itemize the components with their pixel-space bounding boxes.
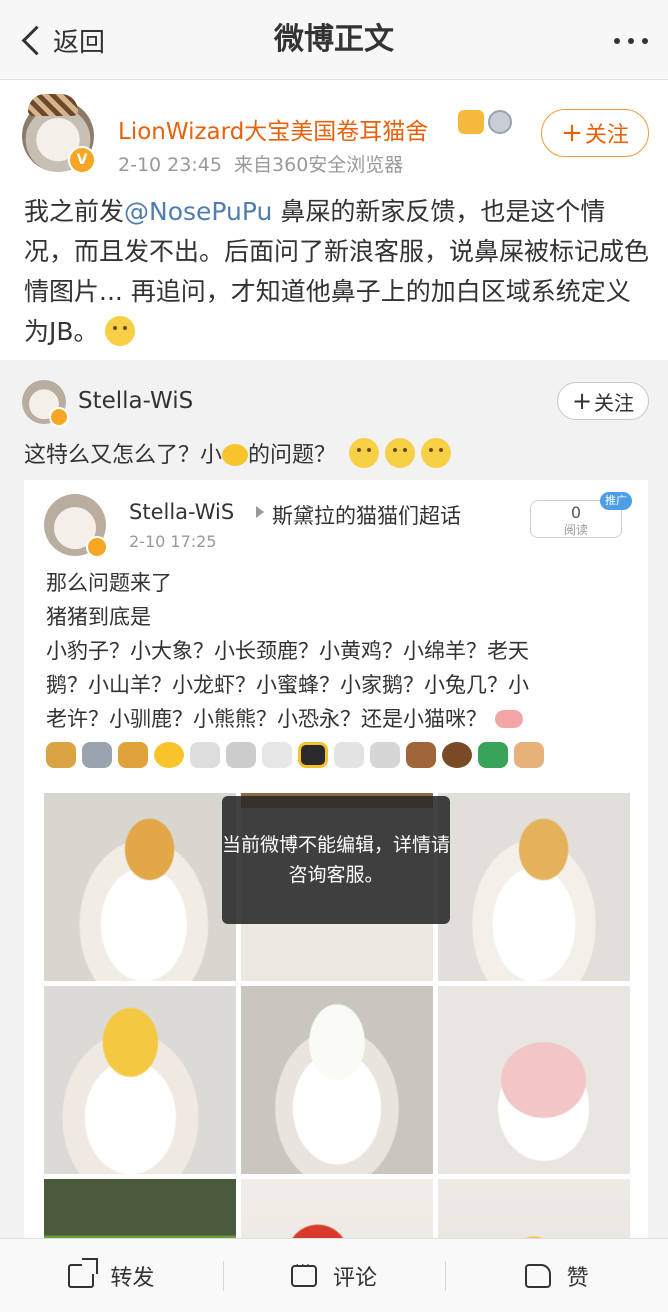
repost-text-start: 这特么又怎么了？小 bbox=[24, 443, 223, 468]
photo-bee-hat[interactable] bbox=[438, 1179, 630, 1238]
photo-grass[interactable] bbox=[44, 1179, 236, 1238]
like-button[interactable]: 赞 bbox=[445, 1239, 668, 1312]
share-arrow-icon bbox=[68, 1257, 99, 1288]
animal-emoji-row bbox=[46, 742, 544, 768]
bear-icon bbox=[442, 742, 472, 768]
sheep-icon bbox=[190, 742, 220, 768]
error-toast: 当前微博不能编辑，详情请咨询客服。 bbox=[222, 796, 450, 924]
rabbit-icon bbox=[334, 742, 364, 768]
comment-label: 评论 bbox=[333, 1265, 378, 1291]
screenshot-line-text: 老许？小驯鹿？小熊熊？小恐永？还是小猫咪？ bbox=[46, 707, 487, 731]
mention-link[interactable]: @NosePuPu bbox=[124, 197, 272, 226]
elephant-icon bbox=[82, 742, 112, 768]
photo-lobster-hat[interactable] bbox=[241, 1179, 433, 1238]
screenshot-line: 猪猪到底是 bbox=[46, 605, 151, 629]
photo-sheep-hat[interactable] bbox=[241, 986, 433, 1174]
screenshot-line: 老许？小驯鹿？小熊熊？小恐永？还是小猫咪？ bbox=[46, 702, 626, 736]
leopard-icon bbox=[46, 742, 76, 768]
photo-swan-hat[interactable] bbox=[438, 986, 630, 1174]
screenshot-topic: 斯黛拉的猫猫们超话 bbox=[272, 504, 461, 528]
post-text-start: 我之前发 bbox=[24, 197, 125, 226]
screenshot-author-avatar bbox=[44, 494, 108, 558]
comment-bubble-icon bbox=[291, 1258, 317, 1287]
verified-badge-icon bbox=[49, 407, 69, 427]
plus-icon: + bbox=[561, 118, 583, 148]
more-options-icon[interactable] bbox=[614, 38, 648, 44]
read-count-label: 阅读 bbox=[563, 523, 588, 537]
post-source: 来自360安全浏览器 bbox=[234, 154, 404, 176]
like-label: 赞 bbox=[566, 1265, 589, 1291]
post-body: 我之前发@NosePuPu 鼻屎的新家反馈，也是这个情况，而且发不出。后面问了新… bbox=[24, 192, 649, 352]
repost-text: 这特么又怎么了？小 的问题？ bbox=[24, 438, 452, 472]
mouse-icon bbox=[370, 742, 400, 768]
verified-badge-icon bbox=[86, 536, 108, 558]
repost-follow-label: 关注 bbox=[594, 390, 635, 415]
repost-button[interactable]: 转发 bbox=[0, 1239, 223, 1312]
top-navigation-bar: 返回 微博正文 bbox=[0, 0, 668, 80]
post-time: 2-10 23:45 bbox=[118, 154, 222, 176]
avatar-hat bbox=[28, 94, 78, 116]
page-title: 微博正文 bbox=[274, 22, 394, 57]
promo-badge: 推广 bbox=[600, 492, 632, 510]
swan-icon bbox=[262, 742, 292, 768]
repost-follow-button[interactable]: + 关注 bbox=[557, 382, 649, 420]
screenshot-line: 鹅？小山羊？小龙虾？小蜜蜂？小家鹅？小兔几？小 bbox=[46, 673, 529, 697]
photo-leopard-hat[interactable] bbox=[44, 793, 236, 981]
embedded-screenshot[interactable]: Stella-WiS 斯黛拉的猫猫们超话 2-10 17:25 0 阅读 推广 … bbox=[24, 480, 648, 1238]
thumbs-up-icon bbox=[524, 1263, 551, 1288]
verified-badge-icon: V bbox=[68, 146, 96, 174]
bottom-action-bar: 转发 评论 赞 bbox=[0, 1238, 668, 1312]
screenshot-author-name: Stella-WiS bbox=[129, 500, 235, 524]
post-meta: 2-10 23:45 来自360安全浏览器 bbox=[118, 150, 403, 177]
crown-badge-icon bbox=[458, 110, 484, 134]
deer-icon bbox=[406, 742, 436, 768]
pig-icon bbox=[495, 710, 523, 728]
follow-label: 关注 bbox=[584, 123, 629, 148]
repost-author-name[interactable]: Stella-WiS bbox=[78, 388, 193, 414]
photo-chick-hat[interactable] bbox=[44, 986, 236, 1174]
giraffe-icon bbox=[118, 742, 148, 768]
screenshot-body: 那么问题来了 猪猪到底是 小豹子？小大象？小长颈鹿？小黄鸡？小绵羊？老天 鹅？小… bbox=[46, 566, 626, 736]
original-post: V LionWizard大宝美国卷耳猫舍 2-10 23:45 来自360安全浏… bbox=[0, 80, 668, 360]
author-name[interactable]: LionWizard大宝美国卷耳猫舍 bbox=[118, 112, 428, 146]
chick-icon bbox=[222, 444, 249, 466]
medal-badge-icon bbox=[488, 110, 512, 134]
plus-icon: + bbox=[571, 387, 593, 415]
repost-label: 转发 bbox=[110, 1265, 155, 1291]
photo-giraffe-hat[interactable] bbox=[438, 793, 630, 981]
screenshot-line: 那么问题来了 bbox=[46, 571, 172, 595]
smile-emoji-icon bbox=[421, 438, 452, 468]
confused-emoji-icon bbox=[349, 438, 380, 468]
chick-icon bbox=[154, 742, 184, 768]
repost-author-avatar[interactable] bbox=[22, 380, 69, 427]
cat-icon bbox=[514, 742, 544, 768]
screenshot-time: 2-10 17:25 bbox=[129, 532, 217, 551]
thinking-emoji-icon bbox=[385, 438, 416, 468]
follow-button[interactable]: + 关注 bbox=[541, 109, 649, 157]
goat-icon bbox=[226, 742, 256, 768]
dinosaur-icon bbox=[478, 742, 508, 768]
reposted-content: Stella-WiS + 关注 这特么又怎么了？小 的问题？ Stella-WiS … bbox=[0, 360, 668, 1238]
author-avatar[interactable]: V bbox=[22, 94, 96, 174]
bee-icon bbox=[298, 742, 328, 768]
thinking-emoji-icon bbox=[104, 316, 135, 346]
comment-button[interactable]: 评论 bbox=[222, 1239, 446, 1312]
screenshot-line: 小豹子？小大象？小长颈鹿？小黄鸡？小绵羊？老天 bbox=[46, 639, 529, 663]
repost-text-end: 的问题？ bbox=[248, 443, 337, 468]
triangle-right-icon bbox=[256, 506, 264, 518]
